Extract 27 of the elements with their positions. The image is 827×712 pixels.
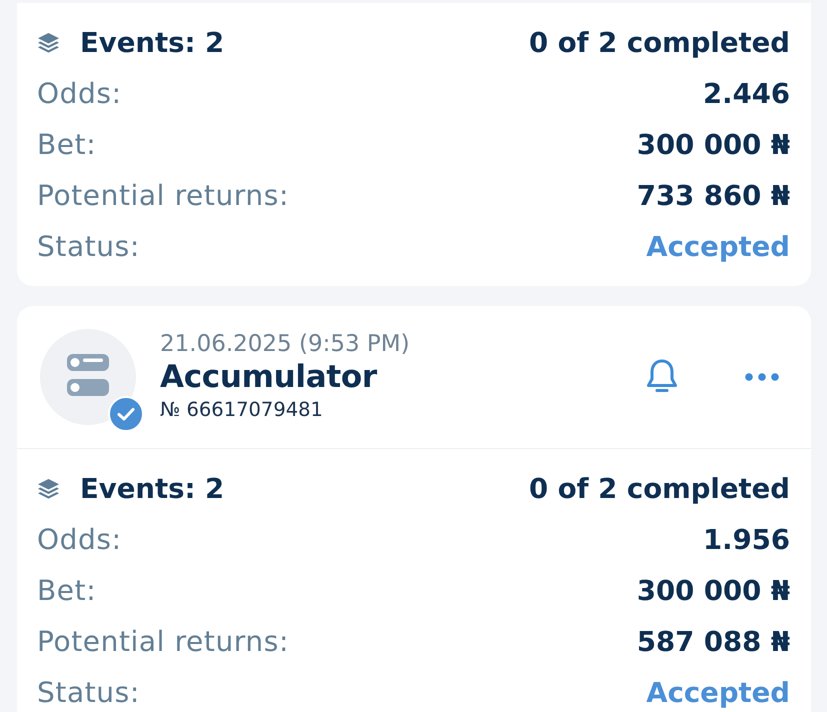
detail-value: 2.446 [703, 76, 790, 110]
events-count: Events: 2 [80, 26, 224, 60]
layers-icon [37, 478, 60, 499]
events-count: Events: 2 [80, 472, 224, 506]
detail-value: 587 088 ₦ [636, 624, 790, 658]
detail-label: Potential returns: [37, 624, 289, 658]
completed-count: 0 of 2 completed [529, 26, 790, 60]
bet-date: 21.06.2025 (9:53 PM) [160, 330, 410, 358]
bet-number: № 66617079481 [160, 397, 323, 423]
detail-label: Odds: [37, 76, 122, 110]
detail-value: 733 860 ₦ [636, 178, 790, 212]
detail-value: 300 000 ₦ [636, 128, 790, 162]
detail-label: Potential returns: [37, 178, 289, 212]
status-value: Accepted [646, 230, 790, 264]
status-label: Status: [37, 676, 140, 710]
completed-count: 0 of 2 completed [529, 472, 790, 506]
bet-slip-icon [40, 329, 136, 425]
bet-type-title: Accumulator [160, 358, 377, 396]
status-value: Accepted [646, 676, 790, 710]
detail-label: Bet: [37, 128, 96, 162]
status-label: Status: [37, 230, 140, 264]
detail-label: Bet: [37, 574, 96, 608]
layers-icon [37, 32, 60, 53]
detail-value: 1.956 [703, 522, 790, 556]
more-dots-icon [745, 373, 779, 381]
detail-value: 300 000 ₦ [636, 574, 790, 608]
detail-label: Odds: [37, 522, 122, 556]
